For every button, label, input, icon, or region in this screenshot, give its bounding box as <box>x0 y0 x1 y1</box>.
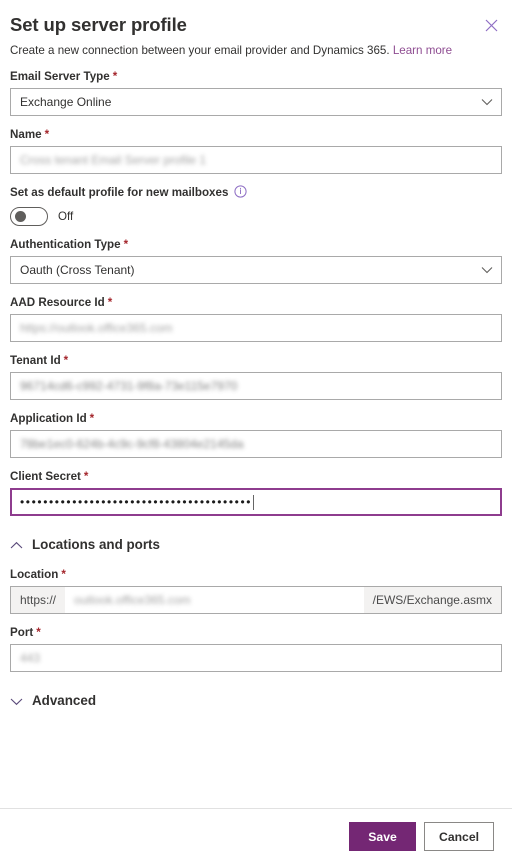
aad-resource-id-label: AAD Resource Id * <box>10 295 502 310</box>
section-locations-and-ports[interactable]: Locations and ports <box>10 534 502 556</box>
location-label: Location * <box>10 567 502 582</box>
tenant-id-value: 96714cd6-c992-4731-9f8a-73e115e7970 <box>20 379 238 393</box>
client-secret-masked-value: •••••••••••••••••••••••••••••••••••••••• <box>20 496 253 508</box>
close-icon <box>485 19 498 32</box>
location-value: outlook.office365.com <box>74 593 191 607</box>
subtitle-text: Create a new connection between your ema… <box>10 44 390 57</box>
email-server-type-value: Exchange Online <box>20 95 112 109</box>
required-marker: * <box>107 296 113 309</box>
name-value: Cross tenant Email Server profile 1 <box>20 153 207 167</box>
required-marker: * <box>44 128 50 141</box>
chevron-down-icon <box>481 263 493 277</box>
save-button[interactable]: Save <box>349 822 417 851</box>
default-profile-label: Set as default profile for new mailboxes <box>10 185 502 200</box>
field-email-server-type: Email Server Type * Exchange Online <box>10 69 502 116</box>
cancel-button[interactable]: Cancel <box>424 822 494 851</box>
port-input[interactable]: 443 <box>10 644 502 672</box>
label-text: Set as default profile for new mailboxes <box>10 186 229 199</box>
required-marker: * <box>63 354 69 367</box>
field-tenant-id: Tenant Id * 96714cd6-c992-4731-9f8a-73e1… <box>10 353 502 400</box>
field-client-secret: Client Secret * ••••••••••••••••••••••••… <box>10 469 502 516</box>
field-port: Port * 443 <box>10 625 502 672</box>
section-title: Advanced <box>32 693 96 708</box>
default-profile-toggle[interactable] <box>10 207 48 226</box>
required-marker: * <box>83 470 89 483</box>
aad-resource-id-input[interactable]: https://outlook.office365.com <box>10 314 502 342</box>
label-text: Client Secret <box>10 470 81 483</box>
close-button[interactable] <box>478 12 504 38</box>
label-text: Tenant Id <box>10 354 61 367</box>
location-prefix: https:// <box>11 587 66 613</box>
text-cursor <box>253 494 255 510</box>
default-profile-toggle-row: Off <box>10 207 502 226</box>
toggle-knob <box>15 211 26 222</box>
field-location: Location * https:// outlook.office365.co… <box>10 567 502 614</box>
field-application-id: Application Id * 78be1ec0-624b-4c9c-9cf8… <box>10 411 502 458</box>
label-text: Port <box>10 626 34 639</box>
application-id-value: 78be1ec0-624b-4c9c-9cf8-43804e2145da <box>20 437 244 451</box>
field-aad-resource-id: AAD Resource Id * https://outlook.office… <box>10 295 502 342</box>
field-default-profile: Set as default profile for new mailboxes… <box>10 185 502 226</box>
chevron-down-icon <box>10 697 23 706</box>
info-icon[interactable] <box>234 185 248 198</box>
name-input[interactable]: Cross tenant Email Server profile 1 <box>10 146 502 174</box>
dialog-subtitle: Create a new connection between your ema… <box>10 43 502 58</box>
page-title: Set up server profile <box>10 14 187 35</box>
authentication-type-value: Oauth (Cross Tenant) <box>20 263 135 277</box>
application-id-input[interactable]: 78be1ec0-624b-4c9c-9cf8-43804e2145da <box>10 430 502 458</box>
required-marker: * <box>112 70 118 83</box>
learn-more-link[interactable]: Learn more <box>393 44 452 57</box>
email-server-type-select[interactable]: Exchange Online <box>10 88 502 116</box>
label-text: AAD Resource Id <box>10 296 105 309</box>
chevron-down-icon <box>481 95 493 109</box>
client-secret-input[interactable]: •••••••••••••••••••••••••••••••••••••••• <box>10 488 502 516</box>
location-input[interactable]: outlook.office365.com <box>65 587 364 613</box>
required-marker: * <box>61 568 66 581</box>
field-authentication-type: Authentication Type * Oauth (Cross Tenan… <box>10 237 502 284</box>
toggle-state-label: Off <box>58 210 74 223</box>
label-text: Application Id <box>10 412 87 425</box>
email-server-type-label: Email Server Type * <box>10 69 502 84</box>
location-input-group: https:// outlook.office365.com /EWS/Exch… <box>10 586 502 614</box>
location-suffix: /EWS/Exchange.asmx <box>363 587 501 613</box>
port-value: 443 <box>20 651 41 665</box>
tenant-id-label: Tenant Id * <box>10 353 502 368</box>
dialog-body: Email Server Type * Exchange Online Name… <box>0 58 512 808</box>
client-secret-label: Client Secret * <box>10 469 502 484</box>
required-marker: * <box>36 626 41 639</box>
label-text: Authentication Type <box>10 238 121 251</box>
field-name: Name * Cross tenant Email Server profile… <box>10 127 502 174</box>
application-id-label: Application Id * <box>10 411 502 426</box>
label-text: Location <box>10 568 59 581</box>
name-label: Name * <box>10 127 502 142</box>
required-marker: * <box>123 238 129 251</box>
label-text: Name <box>10 128 42 141</box>
port-label: Port * <box>10 625 502 640</box>
section-title: Locations and ports <box>32 537 160 552</box>
server-profile-dialog: Set up server profile Create a new conne… <box>0 0 512 864</box>
aad-resource-id-value: https://outlook.office365.com <box>20 321 173 335</box>
required-marker: * <box>89 412 95 425</box>
label-text: Email Server Type <box>10 70 110 83</box>
authentication-type-select[interactable]: Oauth (Cross Tenant) <box>10 256 502 284</box>
section-advanced[interactable]: Advanced <box>10 690 502 712</box>
chevron-up-icon <box>10 541 23 550</box>
dialog-footer: Save Cancel <box>0 808 512 864</box>
dialog-header: Set up server profile Create a new conne… <box>0 0 512 58</box>
tenant-id-input[interactable]: 96714cd6-c992-4731-9f8a-73e115e7970 <box>10 372 502 400</box>
authentication-type-label: Authentication Type * <box>10 237 502 252</box>
